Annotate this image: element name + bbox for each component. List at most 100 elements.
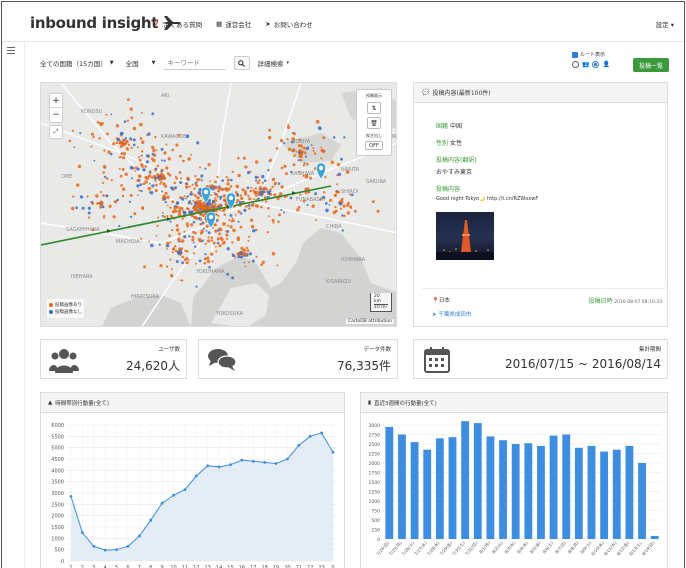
- map-post-dot: [103, 214, 106, 217]
- map-post-dot: [207, 236, 210, 239]
- map-post-dot: [336, 183, 339, 186]
- y-tick-label: 1500: [51, 525, 64, 531]
- map-post-dot: [216, 237, 220, 241]
- settings-dropdown[interactable]: 設定 ▾: [656, 19, 674, 29]
- map-post-dot: [343, 214, 346, 218]
- place-link[interactable]: ➤ 千葉県成田市: [432, 310, 666, 318]
- map-post-dot: [137, 194, 139, 197]
- map-post-dot: [201, 214, 205, 217]
- bar: [435, 438, 444, 539]
- map-post-dot: [124, 137, 127, 140]
- map-post-dot: [256, 181, 260, 185]
- swap-button[interactable]: ⇅: [367, 102, 381, 114]
- display-mode: ルート表示 👥 👤: [572, 51, 610, 68]
- trash-button[interactable]: 🗑: [367, 117, 381, 129]
- advanced-search-toggle[interactable]: 詳細検索 ▾: [258, 58, 290, 68]
- map-post-dot: [231, 276, 235, 280]
- map-post-dot: [193, 216, 198, 220]
- map-post-dot: [228, 219, 231, 222]
- nav-contact[interactable]: ➤ お問い合わせ: [265, 19, 312, 29]
- map-post-dot: [181, 239, 185, 243]
- map-post-dot: [217, 189, 220, 193]
- map-post-dot: [242, 156, 246, 160]
- map-post-dot: [197, 196, 200, 199]
- map-post-dot: [304, 155, 307, 158]
- map-post-dot: [108, 204, 112, 208]
- y-tick-label: 2000: [51, 514, 64, 520]
- data-point: [286, 457, 289, 461]
- map-post-dot: [119, 132, 124, 136]
- zoom-in-button[interactable]: +: [50, 94, 62, 108]
- bar-chart-icon: ▮: [368, 399, 372, 406]
- map-post-dot: [175, 201, 180, 205]
- map-post-dot: [178, 247, 182, 251]
- nav-faq[interactable]: ❓ よくある質問: [152, 19, 202, 29]
- balloon-label: 吹き出し: [366, 133, 382, 138]
- map-post-dot: [194, 231, 197, 235]
- region-select[interactable]: 全国 ▼: [126, 58, 156, 68]
- single-radio[interactable]: [592, 61, 600, 68]
- data-point: [92, 544, 96, 548]
- map-post-dot: [149, 191, 154, 195]
- map-post-dot: [334, 206, 337, 209]
- map-post-dot: [163, 151, 167, 155]
- map-post-dot: [72, 195, 75, 198]
- post-list-button[interactable]: 投稿一覧: [633, 58, 669, 72]
- comment-icon: 💬: [422, 89, 430, 96]
- route-checkbox[interactable]: [572, 51, 578, 58]
- map-post-dot: [129, 137, 132, 141]
- map-post-dot: [126, 98, 130, 102]
- bar: [410, 442, 419, 539]
- swap-icon: ⇅: [371, 104, 377, 112]
- map-post-dot: [299, 193, 302, 196]
- map-post-dot: [141, 140, 145, 144]
- zoom-out-button[interactable]: −: [50, 108, 62, 122]
- map-post-dot: [124, 172, 128, 176]
- map-post-dot: [248, 197, 252, 201]
- map-post-dot: [236, 237, 241, 241]
- map-post-dot: [209, 180, 211, 183]
- map-post-dot: [201, 207, 205, 211]
- map-post-dot: [339, 202, 342, 205]
- map-post-dot: [190, 190, 193, 193]
- hamburger-icon[interactable]: [7, 47, 15, 56]
- map-post-dot: [166, 204, 169, 207]
- map-post-dot: [196, 141, 200, 145]
- map-post-dot: [174, 175, 177, 178]
- map-post-dot: [122, 156, 126, 160]
- map-post-dot: [283, 142, 285, 144]
- map-attribution[interactable]: CartoDB attribution: [346, 319, 394, 324]
- balloon-toggle[interactable]: OFF: [365, 141, 383, 150]
- map-post-dot: [243, 208, 247, 212]
- map-post-dot: [328, 204, 331, 206]
- map-post-dot: [171, 200, 175, 204]
- map-post-dot: [312, 149, 315, 152]
- map-post-dot: [212, 227, 215, 229]
- map-post-dot: [73, 146, 76, 149]
- map-post-dot: [112, 215, 116, 219]
- map-post-dot: [266, 231, 269, 234]
- map-post-dot: [128, 200, 132, 203]
- group-radio[interactable]: [572, 61, 579, 68]
- map-post-dot: [154, 167, 158, 170]
- map-post-dot: [291, 148, 296, 153]
- country-select[interactable]: 全ての国籍（15カ国） ▼: [40, 58, 114, 68]
- map-canvas[interactable]: AKIKONOSUTSUCHIURAMORIYAKAWAGOEKASHIWAFU…: [41, 83, 397, 327]
- map-place-label: ICHIHARA: [341, 257, 366, 263]
- logo-text: inbound insight: [30, 14, 159, 32]
- keyword-input[interactable]: [163, 56, 226, 70]
- map-post-dot: [121, 194, 125, 198]
- map-post-dot: [216, 241, 220, 245]
- post-photo[interactable]: [436, 212, 494, 260]
- map-post-dot: [151, 112, 155, 116]
- map-post-dot: [210, 252, 214, 256]
- fullscreen-button[interactable]: ⤢: [49, 125, 63, 139]
- map[interactable]: AKIKONOSUTSUCHIURAMORIYAKAWAGOEKASHIWAFU…: [40, 82, 397, 327]
- map-post-dot: [216, 220, 219, 223]
- map-post-dot: [192, 252, 196, 255]
- search-button[interactable]: [233, 56, 250, 70]
- map-post-dot: [186, 177, 189, 180]
- map-post-dot: [161, 214, 164, 217]
- map-post-dot: [188, 209, 191, 212]
- nav-company[interactable]: ▦ 運営会社: [216, 19, 251, 29]
